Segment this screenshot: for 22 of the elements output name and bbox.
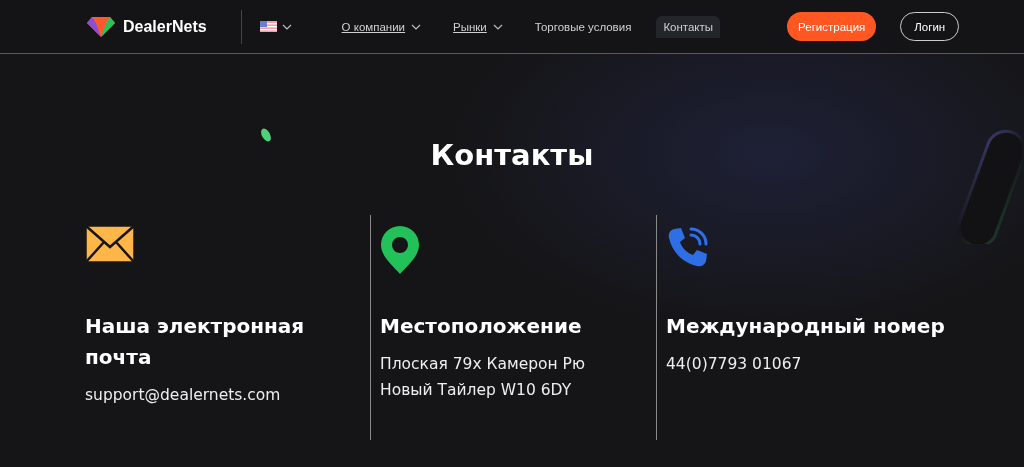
contact-detail: Плоская 79х Камерон Рю (380, 354, 586, 375)
gem-logo-icon (87, 16, 115, 37)
contact-heading: Международный номер (666, 313, 946, 340)
contact-detail: Новый Тайлер W10 6DY (380, 380, 573, 401)
chevron-down-icon (492, 23, 503, 30)
phone-icon (666, 225, 710, 269)
nav-link[interactable]: Торговые условия (527, 15, 639, 38)
chevron-down-icon (411, 23, 422, 30)
chevron-down-icon (281, 23, 292, 30)
nav-link[interactable]: О компании (334, 15, 429, 38)
page-title: Контакты (430, 137, 594, 173)
location-pin-icon (380, 225, 420, 275)
brand-name[interactable]: DealerNets (123, 17, 207, 36)
leaf-decoration (260, 127, 272, 143)
flag-icon (259, 21, 277, 32)
nav-link[interactable]: Рынки (446, 15, 510, 38)
contact-detail: 44(0)7793 01067 (666, 354, 803, 375)
nav-link[interactable]: Контакты (656, 15, 721, 38)
contact-detail: support@dealernets.com (85, 385, 282, 406)
envelope-icon (85, 225, 135, 263)
contact-heading: Местоположение (380, 313, 583, 340)
contact-heading: Наша электронная почта (85, 313, 306, 371)
